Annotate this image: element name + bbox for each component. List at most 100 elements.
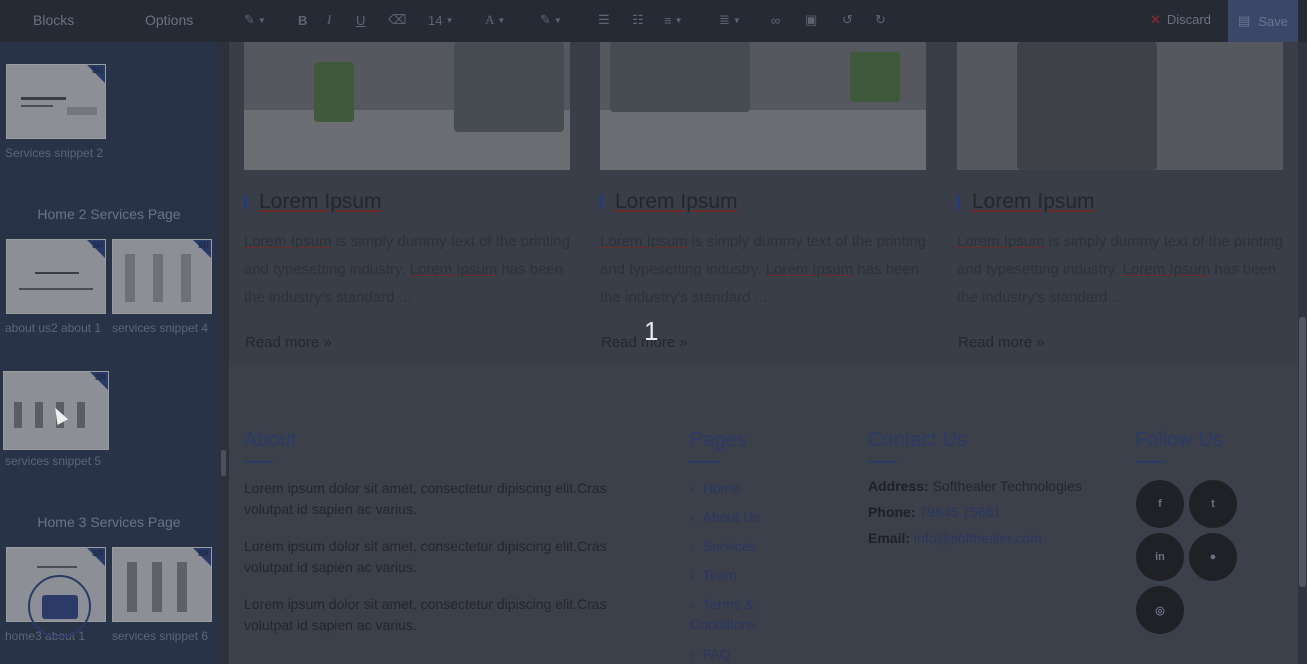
thumb-line: [37, 566, 77, 568]
footer-link-services[interactable]: › Services: [690, 536, 800, 556]
font-size-value: 14: [428, 12, 443, 28]
about-heading: About: [244, 429, 297, 451]
footer-link-team[interactable]: › Team: [690, 565, 800, 585]
chevron-down-icon: ▼: [674, 15, 683, 25]
footer: About Lorem ipsum dolor sit amet, consec…: [229, 364, 1298, 664]
font-size-dropdown[interactable]: 14 ▼: [428, 11, 453, 29]
chevron-right-icon: ›: [690, 646, 695, 662]
thumb-line: [21, 97, 66, 100]
align-dropdown[interactable]: ≡ ▼: [664, 11, 683, 29]
discard-label: Discard: [1166, 12, 1211, 27]
chevron-down-icon: ▼: [732, 15, 741, 25]
font-color-dropdown[interactable]: A ▼: [485, 11, 505, 29]
phone-link[interactable]: 79845 75661: [919, 504, 1001, 520]
card-image[interactable]: [957, 42, 1283, 170]
linkedin-icon[interactable]: in: [1136, 533, 1184, 581]
image-person: [454, 42, 564, 132]
align-icon: ≡: [664, 12, 672, 28]
style-dropdown[interactable]: ✎ ▼: [244, 11, 266, 29]
card-text-part: Lorem Ipsum: [957, 233, 1045, 250]
save-button[interactable]: ▤ Save: [1228, 0, 1298, 42]
pages-heading: Pages: [690, 429, 747, 451]
eraser-icon[interactable]: ⌫: [388, 11, 406, 29]
logo-badge-icon: [28, 575, 91, 638]
snippet-thumb[interactable]: SR: [112, 547, 212, 622]
bold-button[interactable]: B: [298, 11, 307, 29]
thumb-badge: SR: [91, 549, 103, 558]
footer-link-home[interactable]: › Home: [690, 478, 800, 498]
read-more-link[interactable]: Read more »: [958, 334, 1045, 351]
tab-blocks[interactable]: Blocks: [33, 12, 74, 28]
card-text-part: Lorem Ipsum: [765, 261, 854, 278]
tab-options[interactable]: Options: [145, 12, 193, 28]
about-paragraph: Lorem ipsum dolor sit amet, consectetur …: [244, 480, 607, 517]
card-text-part: Lorem Ipsum: [600, 233, 688, 250]
highlight-dropdown[interactable]: ✎ ▼: [540, 11, 562, 29]
scrollbar-thumb[interactable]: [1299, 317, 1306, 587]
card-text-part: Lorem Ipsum: [1122, 261, 1211, 278]
thumb-line: [21, 105, 53, 107]
sidebar-resize-handle[interactable]: [218, 42, 229, 664]
redo-icon[interactable]: ↻: [875, 11, 886, 29]
discard-button[interactable]: ✕ Discard: [1150, 12, 1211, 28]
card-title-text: Lorem Ipsum: [972, 190, 1095, 213]
scrollbar[interactable]: [1298, 42, 1307, 664]
title-marker: [600, 195, 603, 209]
underline-button[interactable]: U: [356, 11, 365, 29]
blocks-sidebar: SR Services snippet 2 Home 2 Services Pa…: [0, 42, 218, 664]
image-plant: [314, 62, 354, 122]
github-icon[interactable]: ●: [1189, 533, 1237, 581]
numbered-list-icon[interactable]: ☷: [632, 11, 644, 29]
snippet-thumb[interactable]: SR: [6, 64, 106, 139]
paragraph-dropdown[interactable]: ≣ ▼: [719, 11, 741, 29]
read-more-link[interactable]: Read more »: [245, 334, 332, 351]
thumb-badge: SR: [91, 241, 103, 250]
card-text-part: Lorem Ipsum: [244, 233, 332, 250]
footer-link-about-us[interactable]: › About Us: [690, 507, 800, 527]
card-image[interactable]: [600, 42, 926, 170]
card-text: Lorem Ipsum is simply dummy text of the …: [244, 228, 574, 312]
bullet-list-icon[interactable]: ☰: [598, 11, 610, 29]
font-color-icon: A: [485, 12, 495, 27]
heading-underline: [244, 461, 274, 463]
chevron-down-icon: ▼: [257, 15, 266, 25]
page-canvas: Lorem Ipsum Lorem Ipsum Lorem Ipsum Lore…: [229, 42, 1298, 664]
about-paragraph: Lorem ipsum dolor sit amet, consectetur …: [244, 596, 607, 633]
footer-link-terms[interactable]: › Terms & Conditions: [690, 594, 780, 634]
chevron-right-icon: ›: [690, 509, 695, 525]
chevron-right-icon: ›: [690, 567, 695, 583]
thumb-badge: SR: [197, 241, 209, 250]
thumb-badge: SR: [94, 373, 106, 382]
card-title: Lorem Ipsum: [600, 190, 738, 214]
chevron-right-icon: ›: [690, 596, 695, 612]
link-icon[interactable]: ∞: [771, 11, 780, 29]
card-title: Lorem Ipsum: [957, 190, 1095, 214]
title-marker: [244, 195, 247, 209]
snippet-thumb[interactable]: SR: [6, 239, 106, 314]
footer-link-label: Terms & Conditions: [690, 596, 757, 632]
facebook-icon[interactable]: f: [1136, 480, 1184, 528]
save-icon: ▤: [1238, 13, 1251, 28]
address-value: Softhealer Technologies: [932, 478, 1082, 494]
italic-button[interactable]: I: [327, 11, 331, 29]
thumb-grid: [127, 562, 197, 612]
heading-underline: [868, 461, 898, 463]
follow-heading: Follow Us: [1135, 429, 1223, 451]
brush-icon: ✎: [244, 12, 255, 27]
snippet-thumb[interactable]: SR: [112, 239, 212, 314]
resize-grip[interactable]: [221, 450, 226, 476]
image-person: [1017, 42, 1157, 170]
undo-icon[interactable]: ↺: [842, 11, 853, 29]
chevron-right-icon: ›: [690, 480, 695, 496]
title-marker: [957, 195, 960, 209]
footer-link-faq[interactable]: › FAQ: [690, 644, 800, 664]
card-image[interactable]: [244, 42, 570, 170]
image-icon[interactable]: ▣: [805, 11, 817, 29]
card-text-part: Lorem Ipsum: [409, 261, 498, 278]
twitter-icon[interactable]: t: [1189, 480, 1237, 528]
instagram-icon[interactable]: ◎: [1136, 586, 1184, 634]
editor-toolbar: Blocks Options ✎ ▼ B I U ⌫ 14 ▼ A ▼ ✎ ▼ ☰ ☷ …: [0, 0, 1307, 42]
email-link[interactable]: info@softhealer.com: [914, 530, 1042, 546]
thumb-line: [35, 272, 79, 274]
thumb-line: [19, 288, 93, 290]
